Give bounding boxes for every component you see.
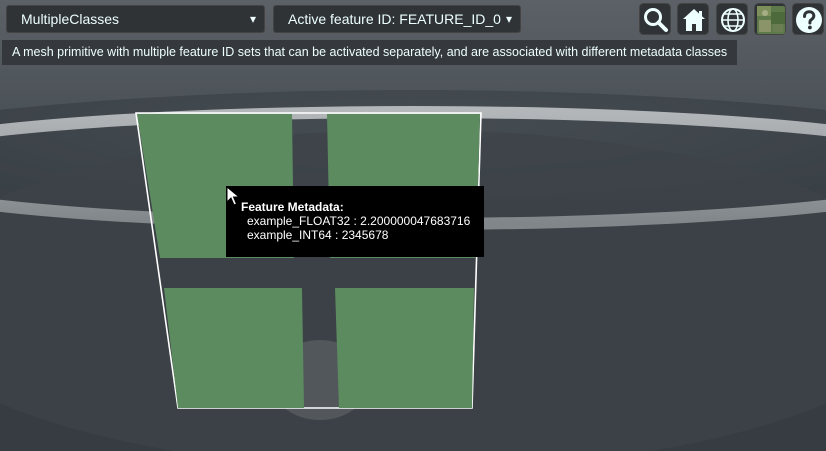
geocoder-search-button[interactable]: [639, 3, 671, 35]
tooltip-row-float32: example_FLOAT32 : 2.200000047683716: [247, 214, 471, 228]
chevron-down-icon: ▾: [505, 12, 512, 26]
search-icon: [644, 8, 668, 32]
class-select[interactable]: MultipleClasses ▾: [6, 5, 265, 33]
feature-id-select-value: Active feature ID: FEATURE_ID_0: [288, 11, 501, 27]
scene-mode-button[interactable]: [716, 3, 748, 35]
feature-quad-bottom-right[interactable]: [335, 288, 474, 408]
base-layer-picker-button[interactable]: [754, 3, 786, 35]
home-button[interactable]: [677, 3, 709, 35]
navigation-help-button[interactable]: [792, 3, 824, 35]
home-icon: [683, 9, 705, 31]
feature-quad-bottom-left[interactable]: [164, 288, 304, 408]
feature-id-select[interactable]: Active feature ID: FEATURE_ID_0 ▾: [273, 5, 521, 33]
chevron-down-icon: ▾: [249, 12, 256, 26]
help-icon: [796, 7, 822, 33]
tooltip-row-int64: example_INT64 : 2345678: [247, 228, 389, 242]
globe-icon: [721, 8, 745, 32]
mouse-pointer-icon: [226, 186, 240, 206]
tooltip-heading: Feature Metadata:: [241, 200, 344, 214]
imagery-thumbnail: [757, 6, 785, 34]
feature-metadata-tooltip: Feature Metadata: example_FLOAT32 : 2.20…: [226, 186, 484, 257]
class-select-value: MultipleClasses: [21, 11, 120, 27]
description-label: A mesh primitive with multiple feature I…: [2, 40, 738, 65]
